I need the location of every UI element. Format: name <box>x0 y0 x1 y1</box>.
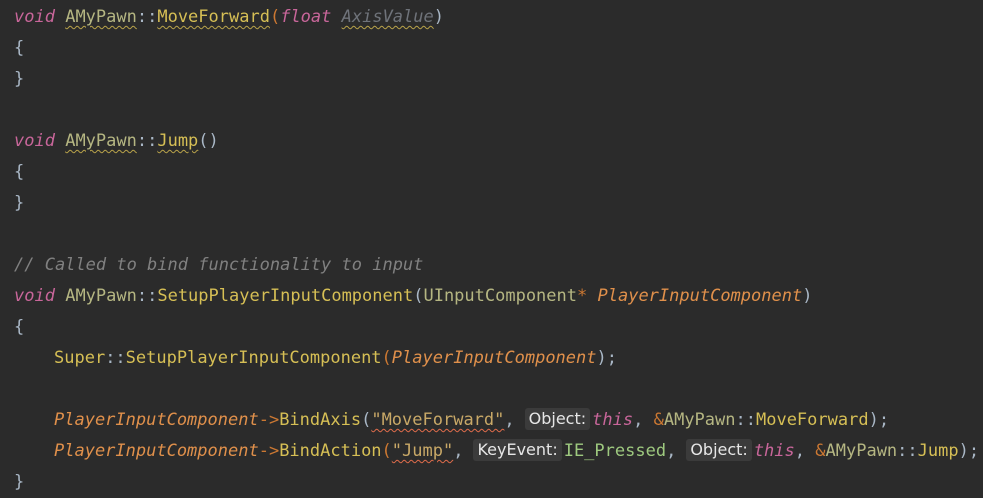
code-line-5: void AMyPawn::Jump() <box>14 126 983 157</box>
code-line-2: { <box>14 33 983 64</box>
function-name: SetupPlayerInputComponent <box>157 286 414 306</box>
brace-open: { <box>14 162 25 182</box>
comma: , <box>633 410 644 430</box>
code-line-3: } <box>14 64 983 95</box>
param-name: PlayerInputComponent <box>597 286 803 306</box>
scope-operator: :: <box>105 348 126 368</box>
type-float: float <box>280 7 332 27</box>
class-name: AMyPawn <box>65 131 137 151</box>
paren-open: ( <box>361 410 372 430</box>
paren-close: ) <box>802 286 813 306</box>
code-line-11: { <box>14 312 983 343</box>
keyword-this: this <box>753 441 795 461</box>
paren-close: ); <box>596 348 617 368</box>
code-line-15: PlayerInputComponent->BindAction("Jump",… <box>14 436 983 467</box>
brace-close: } <box>14 69 25 89</box>
comma: , <box>453 441 464 461</box>
class-name: AMyPawn <box>825 441 898 461</box>
function-reference: MoveForward <box>755 410 869 430</box>
scope-operator: :: <box>136 131 158 151</box>
code-line-12: Super::SetupPlayerInputComponent(PlayerI… <box>14 343 983 374</box>
code-line-6: { <box>14 157 983 188</box>
type-uinputcomponent: UInputComponent <box>423 286 577 306</box>
brace-open: { <box>14 38 25 58</box>
arrow-operator: -> <box>258 410 280 430</box>
brace-open: { <box>14 317 25 337</box>
keyword-void: void <box>14 286 55 306</box>
scope-operator: :: <box>136 7 158 27</box>
code-editor[interactable]: void AMyPawn::MoveForward(float AxisValu… <box>0 0 983 498</box>
code-line-10: void AMyPawn::SetupPlayerInputComponent(… <box>14 281 983 312</box>
function-name: SetupPlayerInputComponent <box>125 348 382 368</box>
address-operator: & <box>653 410 664 430</box>
comma: , <box>666 441 677 461</box>
address-operator: & <box>815 441 826 461</box>
comment: // Called to bind functionality to input <box>14 255 424 275</box>
code-line-1: void AMyPawn::MoveForward(float AxisValu… <box>14 2 983 33</box>
parens: () <box>198 131 219 151</box>
super-namespace: Super <box>54 348 106 368</box>
arrow-operator: -> <box>258 441 280 461</box>
function-name: BindAction <box>279 441 382 461</box>
comma: , <box>504 410 515 430</box>
code-line-16: } <box>14 467 983 498</box>
class-name: AMyPawn <box>65 7 137 27</box>
function-name: MoveForward <box>157 7 270 27</box>
scope-operator: :: <box>136 286 158 306</box>
paren-close: ); <box>868 410 890 430</box>
code-line-9: // Called to bind functionality to input <box>14 250 983 281</box>
code-line-7: } <box>14 188 983 219</box>
scope-operator: :: <box>735 410 756 430</box>
paren-close: ); <box>958 441 980 461</box>
function-name: BindAxis <box>279 410 362 430</box>
enum-value: IE_Pressed <box>563 441 667 461</box>
param-name: PlayerInputComponent <box>391 348 597 368</box>
paren-open: ( <box>413 286 424 306</box>
code-line-14: PlayerInputComponent->BindAxis("MoveForw… <box>14 405 983 436</box>
parameter-hint-object: Object: <box>686 439 752 461</box>
param-name: PlayerInputComponent <box>54 441 259 461</box>
comma: , <box>794 441 806 461</box>
brace-close: } <box>14 193 25 213</box>
param-name: AxisValue <box>341 7 434 27</box>
parameter-hint-keyevent: KeyEvent: <box>473 439 562 461</box>
brace-close: } <box>14 472 25 492</box>
paren-open: ( <box>381 441 392 461</box>
paren-open: ( <box>381 348 392 368</box>
keyword-void: void <box>14 131 55 151</box>
string-literal: "MoveForward" <box>371 410 505 430</box>
paren-open: ( <box>269 7 281 27</box>
param-name: PlayerInputComponent <box>54 410 259 430</box>
keyword-void: void <box>14 7 55 27</box>
function-reference: Jump <box>917 441 959 461</box>
paren-close: ) <box>433 7 444 27</box>
class-name: AMyPawn <box>65 286 137 306</box>
pointer-star: * <box>577 286 588 306</box>
class-name: AMyPawn <box>663 410 736 430</box>
function-name: Jump <box>157 131 199 151</box>
scope-operator: :: <box>897 441 918 461</box>
string-literal: "Jump" <box>391 441 454 461</box>
parameter-hint-object: Object: <box>524 408 591 430</box>
keyword-this: this <box>592 410 634 430</box>
